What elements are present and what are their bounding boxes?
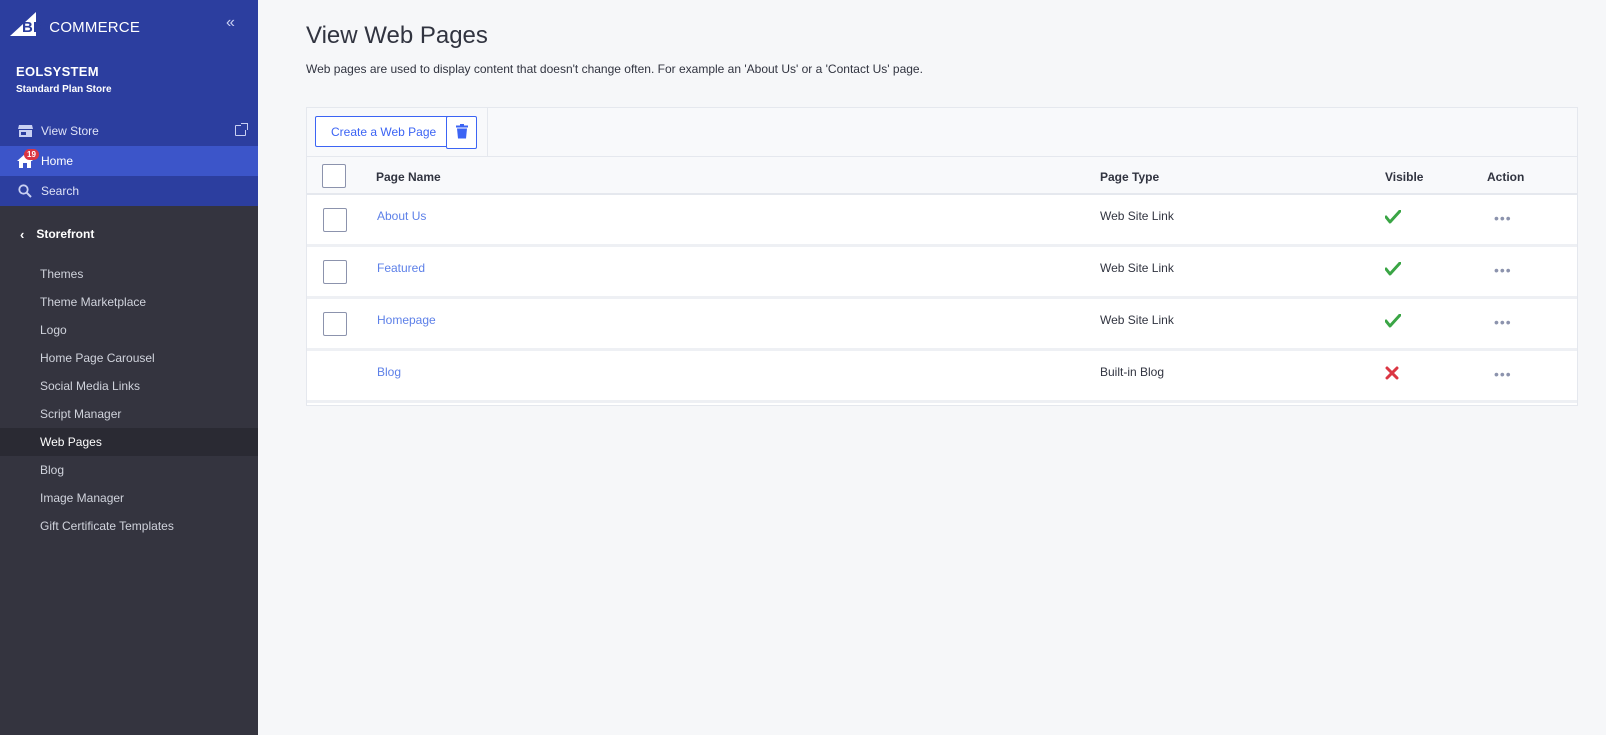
page-type: Web Site Link bbox=[1100, 313, 1174, 327]
page-name-link[interactable]: Featured bbox=[377, 261, 425, 275]
trash-icon bbox=[455, 123, 468, 142]
nav-view-store-label: View Store bbox=[41, 124, 99, 138]
sidebar-item-home-page-carousel[interactable]: Home Page Carousel bbox=[0, 344, 258, 372]
table-row: Featured Web Site Link ••• bbox=[307, 248, 1577, 299]
not-visible-cross-icon bbox=[1385, 366, 1401, 382]
header-visible: Visible bbox=[1385, 170, 1424, 184]
table-row: Homepage Web Site Link ••• bbox=[307, 300, 1577, 351]
section-storefront[interactable]: ‹ Storefront bbox=[0, 222, 258, 246]
page-type: Web Site Link bbox=[1100, 261, 1174, 275]
sidebar-item-gift-certificate-templates[interactable]: Gift Certificate Templates bbox=[0, 512, 258, 540]
sidebar-item-image-manager[interactable]: Image Manager bbox=[0, 484, 258, 512]
row-checkbox[interactable] bbox=[323, 208, 347, 232]
table-row: About Us Web Site Link ••• bbox=[307, 196, 1577, 247]
sidebar-item-blog[interactable]: Blog bbox=[0, 456, 258, 484]
sidebar-item-script-manager[interactable]: Script Manager bbox=[0, 400, 258, 428]
row-actions-icon[interactable]: ••• bbox=[1494, 315, 1512, 329]
main-content: View Web Pages Web pages are used to dis… bbox=[258, 0, 1606, 735]
chevron-left-icon: ‹ bbox=[20, 226, 25, 242]
page-type: Built-in Blog bbox=[1100, 365, 1165, 379]
table-header: Page Name Page Type Visible Action bbox=[307, 157, 1577, 195]
sidebar-item-theme-marketplace[interactable]: Theme Marketplace bbox=[0, 288, 258, 316]
notification-badge: 19 bbox=[24, 149, 39, 160]
nav-home[interactable]: 19 Home bbox=[0, 146, 258, 176]
nav-search[interactable]: Search bbox=[0, 176, 258, 206]
logo-commerce: COMMERCE bbox=[49, 19, 141, 36]
nav-home-label: Home bbox=[41, 154, 74, 168]
header-action: Action bbox=[1487, 170, 1525, 184]
create-web-page-button[interactable]: Create a Web Page bbox=[315, 116, 453, 147]
table-toolbar: Create a Web Page bbox=[307, 108, 1577, 157]
storefront-icon bbox=[17, 123, 33, 139]
store-name: EOLSYSTEM bbox=[16, 64, 99, 79]
sidebar-item-web-pages[interactable]: Web Pages bbox=[0, 428, 258, 456]
nav-view-store[interactable]: View Store bbox=[0, 116, 258, 146]
bigcommerce-logo[interactable]: BIGCOMMERCE bbox=[10, 12, 140, 36]
page-description: Web pages are used to display content th… bbox=[306, 62, 923, 76]
page-name-link[interactable]: About Us bbox=[377, 209, 426, 223]
visible-check-icon bbox=[1384, 209, 1402, 226]
search-icon bbox=[17, 183, 33, 199]
table-row: Blog Built-in Blog ••• bbox=[307, 352, 1577, 403]
external-link-icon bbox=[235, 123, 248, 136]
sidebar-item-logo[interactable]: Logo bbox=[0, 316, 258, 344]
row-checkbox[interactable] bbox=[323, 260, 347, 284]
collapse-sidebar-icon[interactable]: « bbox=[226, 14, 235, 32]
header-page-name: Page Name bbox=[376, 170, 441, 184]
web-pages-panel: Create a Web Page Page Name Page Type Vi… bbox=[306, 107, 1578, 406]
visible-check-icon bbox=[1384, 261, 1402, 278]
sidebar-item-social-media-links[interactable]: Social Media Links bbox=[0, 372, 258, 400]
page-name-link[interactable]: Homepage bbox=[377, 313, 436, 327]
row-actions-icon[interactable]: ••• bbox=[1494, 211, 1512, 225]
sidebar-item-themes[interactable]: Themes bbox=[0, 260, 258, 288]
section-storefront-label: Storefront bbox=[36, 227, 95, 241]
toolbar-divider bbox=[487, 108, 488, 156]
select-all-checkbox[interactable] bbox=[322, 164, 346, 188]
row-actions-icon[interactable]: ••• bbox=[1494, 367, 1512, 381]
page-type: Web Site Link bbox=[1100, 209, 1174, 223]
logo-big: BIG bbox=[22, 19, 50, 36]
page-name-link[interactable]: Blog bbox=[377, 365, 401, 379]
page-title: View Web Pages bbox=[306, 22, 488, 49]
delete-button[interactable] bbox=[446, 116, 477, 149]
sidebar: BIGCOMMERCE « EOLSYSTEM Standard Plan St… bbox=[0, 0, 258, 735]
nav-search-label: Search bbox=[41, 184, 80, 198]
header-page-type: Page Type bbox=[1100, 170, 1160, 184]
store-plan: Standard Plan Store bbox=[16, 84, 112, 95]
row-actions-icon[interactable]: ••• bbox=[1494, 263, 1512, 277]
row-checkbox[interactable] bbox=[323, 312, 347, 336]
visible-check-icon bbox=[1384, 313, 1402, 330]
